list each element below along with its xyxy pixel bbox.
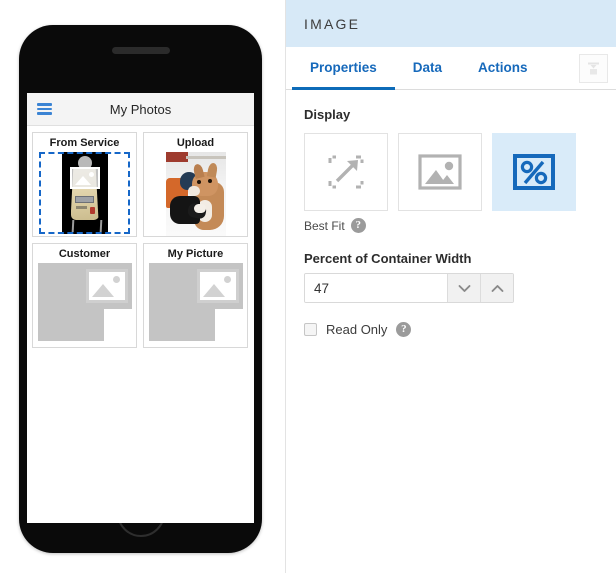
photo-card-body <box>144 152 247 236</box>
properties-pane: IMAGE Properties Data Actions Display Be… <box>285 0 616 573</box>
photo-card-title: From Service <box>49 137 120 149</box>
phone-mockup: My Photos From Service Upload Customer M… <box>19 25 262 553</box>
photo-card-my-picture[interactable]: My Picture <box>143 243 248 348</box>
image-placeholder-icon <box>69 167 100 189</box>
tab-properties[interactable]: Properties <box>292 47 395 90</box>
display-section-label: Display <box>304 107 351 122</box>
phone-screen: My Photos From Service Upload Customer M… <box>27 93 254 523</box>
panel-header: IMAGE <box>286 0 616 47</box>
tab-data[interactable]: Data <box>395 47 460 90</box>
chevron-up-icon[interactable] <box>480 274 513 302</box>
photo-card-title: Upload <box>176 137 215 149</box>
display-option-group <box>304 133 598 211</box>
photo-card-customer[interactable]: Customer <box>32 243 137 348</box>
photo-card-grid: From Service Upload Customer My Picture <box>27 126 254 354</box>
app-root: My Photos From Service Upload Customer M… <box>0 0 616 573</box>
tab-actions[interactable]: Actions <box>460 47 546 90</box>
photo-card-body <box>33 152 136 236</box>
photo-card-body <box>33 263 136 347</box>
image-placeholder-icon <box>85 269 128 303</box>
image-placeholder-icon <box>196 269 239 303</box>
read-only-row: Read Only ? <box>304 322 598 337</box>
percent-image-icon-button[interactable] <box>492 133 576 211</box>
photo-card-upload[interactable]: Upload <box>143 132 248 237</box>
tab-label: Properties <box>310 59 377 75</box>
image-placeholder <box>148 263 243 341</box>
phone-speaker <box>111 47 170 54</box>
best-fit-helper-row: Best Fit ? <box>304 218 598 233</box>
best-fit-expand-icon-button[interactable] <box>304 133 388 211</box>
photo-card-from-service[interactable]: From Service <box>32 132 137 237</box>
device-preview-pane: My Photos From Service Upload Customer M… <box>0 0 285 573</box>
percent-image-icon <box>513 154 555 190</box>
tab-bar: Properties Data Actions <box>286 47 616 90</box>
photo-card-title: My Picture <box>167 248 224 260</box>
read-only-label: Read Only <box>326 322 388 337</box>
mobile-app-title: My Photos <box>109 101 172 117</box>
question-mark-icon[interactable]: ? <box>396 322 412 337</box>
best-fit-label: Best Fit <box>304 218 345 233</box>
original-size-image-icon-button[interactable] <box>398 133 482 211</box>
photo-card-title: Customer <box>58 248 111 260</box>
tab-label: Data <box>412 59 443 75</box>
percent-input[interactable] <box>305 274 447 302</box>
percent-of-container-width-label: Percent of Container Width <box>304 251 472 266</box>
service-machine-photo <box>61 152 108 234</box>
read-only-checkbox[interactable] <box>304 323 317 336</box>
properties-body: Display Best Fit ? Percent of Container … <box>286 90 616 573</box>
mobile-app-bar: My Photos <box>27 93 254 126</box>
percent-stepper <box>304 273 514 303</box>
corgi-puppy-photo <box>165 152 226 236</box>
chevron-down-icon[interactable] <box>447 274 480 302</box>
image-placeholder <box>37 263 132 341</box>
photo-card-body <box>144 263 247 347</box>
dock-panel-icon[interactable] <box>579 54 608 83</box>
question-mark-icon[interactable]: ? <box>350 218 366 233</box>
original-size-image-icon <box>418 154 462 190</box>
best-fit-expand-icon <box>328 155 364 189</box>
tab-label: Actions <box>478 59 528 75</box>
page-title: IMAGE <box>304 15 361 32</box>
hamburger-icon[interactable] <box>37 103 52 115</box>
